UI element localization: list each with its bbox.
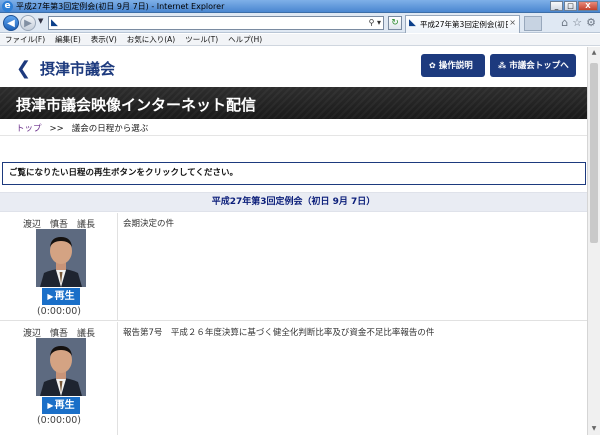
page-viewport: ❮ 摂津市議会 ✿ 操作説明 ⁂ 市議会トップへ 摂津市議会映像インターネット配信 … <box>0 47 587 435</box>
menu-file[interactable]: ファイル(F) <box>0 34 50 45</box>
home-icon[interactable]: ⌂ <box>561 16 568 29</box>
menu-edit[interactable]: 編集(E) <box>50 34 86 45</box>
tab-close-icon[interactable]: × <box>509 18 516 27</box>
menu-view[interactable]: 表示(V) <box>86 34 122 45</box>
council-top-button-label: 市議会トップへ <box>509 61 569 71</box>
site-header: ❮ 摂津市議会 ✿ 操作説明 ⁂ 市議会トップへ <box>0 47 587 87</box>
breadcrumb-divider <box>0 135 587 136</box>
instruction-box: ご覧になりたい日程の再生ボタンをクリックしてください。 <box>2 162 586 185</box>
breadcrumb: トップ >> 議会の日程から選ぶ <box>16 122 148 134</box>
tab-favicon-icon: ◣ <box>409 18 416 28</box>
close-button[interactable]: X <box>578 1 598 11</box>
tab-label: 平成27年第3回定例会(初日... <box>420 20 508 29</box>
speech-row: 渡辺 慎吾 議長 ▶再生 (0:00:00) 会期決定の件 <box>0 213 587 321</box>
menu-tools[interactable]: ツール(T) <box>180 34 223 45</box>
play-button-label: 再生 <box>54 291 75 302</box>
page-banner: 摂津市議会映像インターネット配信 <box>0 87 587 119</box>
back-icon[interactable]: ◀ <box>3 15 19 31</box>
history-dropdown-icon[interactable]: ▼ <box>38 17 43 25</box>
breadcrumb-separator: >> <box>49 124 64 134</box>
session-heading: 平成27年第3回定例会（初日 9月 7日） <box>0 192 587 212</box>
council-top-button[interactable]: ⁂ 市議会トップへ <box>490 54 576 77</box>
speaker-photo <box>36 229 86 287</box>
maximize-button[interactable]: □ <box>564 1 577 11</box>
minimize-button[interactable]: _ <box>550 1 563 11</box>
play-icon: ▶ <box>47 401 54 410</box>
browser-tab[interactable]: ◣ 平成27年第3回定例会(初日... × <box>405 15 520 33</box>
favorites-star-icon[interactable]: ☆ <box>572 16 582 29</box>
info-icon: ✿ <box>429 61 436 70</box>
site-favicon-icon: ◣ <box>51 18 58 28</box>
site-logo[interactable]: ❮ 摂津市議会 <box>16 58 115 79</box>
menu-bar: ファイル(F) 編集(E) 表示(V) お気に入り(A) ツール(T) ヘルプ(… <box>0 34 600 46</box>
window-title: 平成27年第3回定例会(初日 9月 7日) - Internet Explore… <box>16 2 225 11</box>
speech-row: 渡辺 慎吾 議長 ▶再生 (0:00:00) 報告第7号 平成２６年度決算に基づ… <box>0 322 587 435</box>
forward-icon[interactable]: ▶ <box>20 15 36 31</box>
breadcrumb-home-link[interactable]: トップ <box>16 124 42 134</box>
city-emblem-icon: ❮ <box>16 57 32 79</box>
new-tab-button[interactable] <box>524 16 542 31</box>
menu-favorites[interactable]: お気に入り(A) <box>122 34 180 45</box>
navigation-bar: ◀ ▶ ▼ ◣ ⚲ ▾ ↻ ◣ 平成27年第3回定例会(初日... × ⌂ ☆ … <box>0 13 600 33</box>
committee-icon: ⁂ <box>498 61 507 70</box>
play-button[interactable]: ▶再生 <box>42 397 80 414</box>
duration: (0:00:00) <box>36 306 82 317</box>
scrollbar-thumb[interactable] <box>590 63 598 243</box>
browser-tools: ⌂ ☆ ⚙ <box>561 16 596 29</box>
agenda-item: 会期決定の件 <box>123 219 175 229</box>
help-button-label: 操作説明 <box>438 61 473 71</box>
scroll-down-icon[interactable]: ▼ <box>588 423 600 435</box>
page-title: 摂津市議会映像インターネット配信 <box>16 96 257 114</box>
play-button-label: 再生 <box>54 400 75 411</box>
play-icon: ▶ <box>47 292 54 301</box>
address-bar[interactable]: ◣ ⚲ ▾ <box>48 16 384 30</box>
vertical-scrollbar[interactable]: ▲ ▼ <box>587 47 600 435</box>
settings-gear-icon[interactable]: ⚙ <box>586 16 596 29</box>
breadcrumb-current: 議会の日程から選ぶ <box>71 124 149 134</box>
address-tools: ⚲ ▾ <box>369 18 381 27</box>
ie-logo-icon: e <box>2 1 13 12</box>
window-controls: _ □ X <box>550 1 598 11</box>
speaker-cell: 渡辺 慎吾 議長 ▶再生 (0:00:00) <box>0 213 118 320</box>
search-icon[interactable]: ⚲ <box>369 18 375 27</box>
duration: (0:00:00) <box>36 415 82 426</box>
play-button[interactable]: ▶再生 <box>42 288 80 305</box>
help-button[interactable]: ✿ 操作説明 <box>421 54 485 77</box>
agenda-item: 報告第7号 平成２６年度決算に基づく健全化判断比率及び資金不足比率報告の件 <box>123 328 435 338</box>
address-dropdown-icon[interactable]: ▾ <box>377 18 381 27</box>
refresh-icon[interactable]: ↻ <box>388 16 402 30</box>
speaker-cell: 渡辺 慎吾 議長 ▶再生 (0:00:00) <box>0 322 118 435</box>
site-logo-text: 摂津市議会 <box>40 60 116 78</box>
window-titlebar: e 平成27年第3回定例会(初日 9月 7日) - Internet Explo… <box>0 0 600 13</box>
menu-help[interactable]: ヘルプ(H) <box>223 34 267 45</box>
speaker-photo <box>36 338 86 396</box>
scroll-up-icon[interactable]: ▲ <box>588 47 600 59</box>
